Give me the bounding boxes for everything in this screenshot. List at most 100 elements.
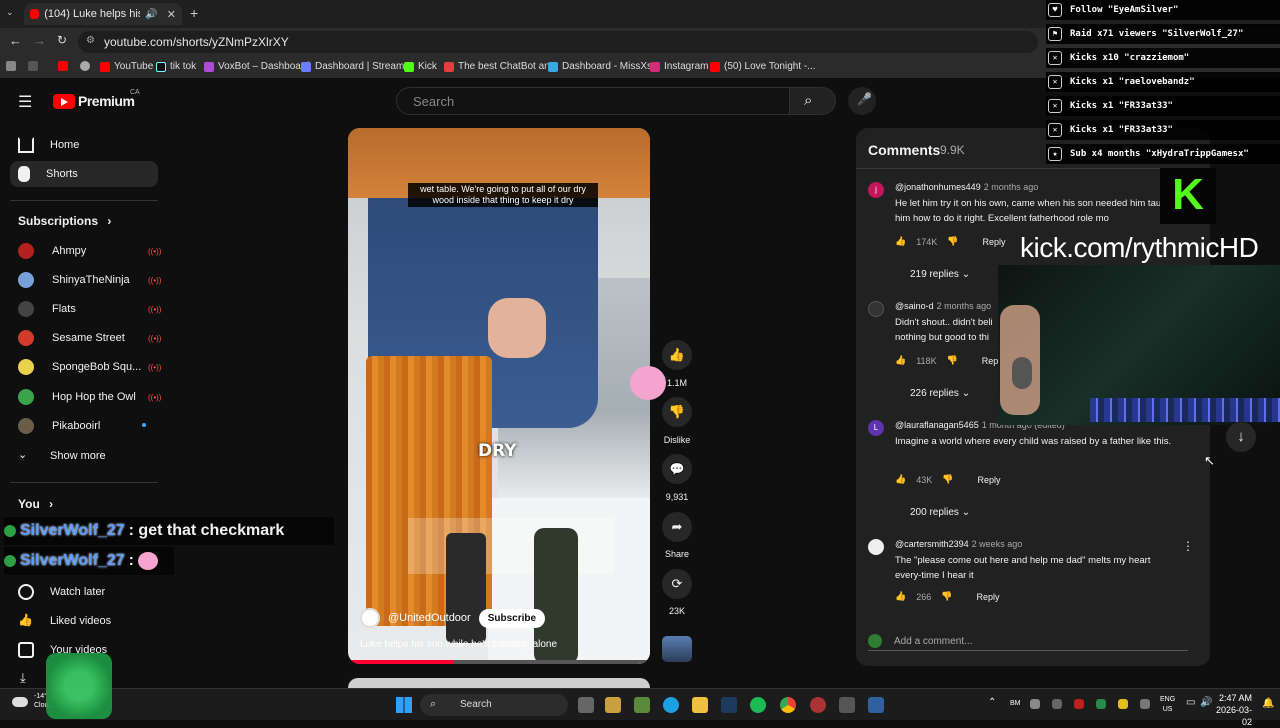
subscribe-button[interactable]: Subscribe [478, 608, 546, 628]
comment-avatar[interactable]: j [868, 182, 884, 198]
bookmark-youtube-short[interactable] [58, 61, 68, 71]
hamburger-menu-icon[interactable]: ☰ [18, 92, 32, 112]
bookmark-instagram[interactable]: Instagram [650, 61, 708, 72]
you-heading[interactable]: You › [18, 497, 53, 511]
speaker-icon[interactable]: 🔊 [145, 9, 157, 20]
comment-author[interactable]: @cartersmith2394 [895, 539, 969, 549]
video-progress-bar[interactable] [348, 660, 650, 664]
taskbar-clock[interactable]: 2:47 AM 2026-03-02 [1208, 692, 1252, 728]
bookmark-tiktok[interactable]: tik tok [156, 61, 196, 72]
tray-icon[interactable] [1096, 699, 1106, 709]
sidebar-item-flats[interactable]: Flats ((•)) [10, 296, 161, 322]
sidebar-item-shinyatheninja[interactable]: ShinyaTheNinja ((•)) [10, 267, 161, 293]
tray-icon[interactable] [1052, 699, 1062, 709]
sidebar-item-pikabooirl[interactable]: Pikabooirl [10, 413, 158, 439]
app-icon[interactable] [810, 697, 826, 713]
sidebar-item-spongebob[interactable]: SpongeBob Squ... ((•)) [10, 354, 161, 380]
comments-button[interactable]: 💬 [662, 454, 692, 484]
video-title[interactable]: Luke helps his son while he's camping al… [360, 639, 557, 650]
replies-toggle[interactable]: 200 replies ⌄ [910, 507, 970, 518]
shield-icon[interactable] [868, 697, 884, 713]
thumbs-down-icon[interactable]: 👎 [947, 355, 958, 366]
sound-thumbnail[interactable] [662, 636, 692, 662]
tray-icon[interactable] [1140, 699, 1150, 709]
forward-icon[interactable]: → [33, 33, 46, 48]
bookmark-item[interactable] [80, 61, 90, 71]
add-comment-input[interactable]: Add a comment... [868, 634, 1188, 651]
search-input[interactable]: Search [396, 87, 790, 115]
browser-tab[interactable]: (104) Luke helps his son while 🔊 ✕ [24, 3, 182, 25]
spotify-icon[interactable] [750, 697, 766, 713]
comment-author[interactable]: @saino-d [895, 301, 934, 311]
tray-icon[interactable] [1030, 699, 1040, 709]
replies-toggle[interactable]: 226 replies ⌄ [910, 388, 970, 399]
language-indicator[interactable]: ENG US [1160, 695, 1175, 715]
comment-avatar[interactable]: L [868, 420, 884, 436]
taskbar-search[interactable]: ⌕ Search [420, 694, 568, 716]
tab-search-chevron-icon[interactable]: ⌄ [6, 7, 14, 18]
search-button[interactable]: ⌕ [790, 87, 836, 115]
url-field[interactable]: ⚙ youtube.com/shorts/yZNmPzXlrXY [78, 31, 1038, 53]
sidebar-item-hop-hop-the-owl[interactable]: Hop Hop the Owl ((•)) [10, 384, 161, 410]
windows-start-icon[interactable] [396, 697, 412, 713]
thumbs-up-icon[interactable]: 👍 [895, 355, 906, 366]
sidebar-item-liked-videos[interactable]: 👍 Liked videos [10, 608, 158, 634]
reply-button[interactable]: Reply [977, 475, 1000, 485]
shorts-video-player[interactable]: wet table. We're going to put all of our… [348, 128, 650, 664]
comment-author[interactable]: @jonathonhumes449 [895, 182, 981, 192]
app-icon[interactable] [634, 697, 650, 713]
channel-handle[interactable]: @UnitedOutdoor [388, 612, 471, 624]
like-button[interactable]: 👍 [662, 340, 692, 370]
bookmark-grid-icon[interactable] [28, 61, 38, 71]
share-button[interactable]: ➦ [662, 512, 692, 542]
thumbs-up-icon[interactable]: 👍 [895, 236, 906, 247]
thumbs-up-icon[interactable]: 👍 [895, 591, 906, 602]
dislike-button[interactable]: 👎 [662, 397, 692, 427]
thumbs-down-icon[interactable]: 👎 [942, 474, 953, 485]
download-icon[interactable]: ⤓ [20, 670, 26, 686]
subscriptions-heading[interactable]: Subscriptions › [18, 214, 111, 228]
file-explorer-icon[interactable] [692, 697, 708, 713]
remix-button[interactable]: ⟳ [662, 569, 692, 599]
sidebar-item-ahmpy[interactable]: Ahmpy ((•)) [10, 238, 161, 264]
tray-icon[interactable] [1118, 699, 1128, 709]
bookmark-youtube[interactable]: YouTube [100, 61, 153, 72]
voice-search-button[interactable]: 🎤 [848, 87, 876, 115]
network-icon[interactable]: ▭ [1186, 697, 1195, 708]
scroll-down-button[interactable]: ↓ [1226, 422, 1256, 452]
sidebar-item-sesame-street[interactable]: Sesame Street ((•)) [10, 325, 161, 351]
steam-icon[interactable] [721, 697, 737, 713]
reply-button[interactable]: Reply [982, 237, 1005, 247]
tray-icon[interactable] [1074, 699, 1084, 709]
comment-avatar[interactable] [868, 301, 884, 317]
tray-chevron-icon[interactable]: ⌃ [988, 697, 996, 708]
thumbs-up-icon[interactable]: 👍 [895, 474, 906, 485]
back-icon[interactable]: ← [9, 33, 22, 48]
new-tab-icon[interactable]: + [190, 5, 198, 21]
bookmark-apps-icon[interactable] [6, 61, 16, 71]
close-tab-icon[interactable]: ✕ [167, 8, 176, 21]
reply-button[interactable]: Reply [976, 592, 999, 602]
wow-app-icon[interactable] [605, 697, 621, 713]
more-options-icon[interactable]: ⋮ [1182, 539, 1194, 553]
sidebar-item-shorts[interactable]: Shorts [10, 161, 158, 187]
youtube-logo-icon[interactable] [53, 94, 75, 109]
bookmark-streamlabs[interactable]: Dashboard | Stream... [301, 61, 413, 72]
notification-bell-icon[interactable]: 🔔 [1262, 698, 1274, 709]
chrome-icon[interactable] [780, 697, 796, 713]
sidebar-item-watch-later[interactable]: Watch later [10, 579, 158, 605]
task-view-icon[interactable] [578, 697, 594, 713]
bookmark-kick[interactable]: Kick [404, 61, 437, 72]
thumbs-down-icon[interactable]: 👎 [941, 591, 952, 602]
site-info-icon[interactable]: ⚙ [86, 35, 95, 46]
thumbs-down-icon[interactable]: 👎 [947, 236, 958, 247]
app-icon[interactable] [839, 697, 855, 713]
comment-avatar[interactable] [868, 539, 884, 555]
sidebar-item-home[interactable]: Home [10, 132, 158, 158]
bookmark-chatbot[interactable]: The best ChatBot an... [444, 61, 558, 72]
bookmark-love-tonight[interactable]: (50) Love Tonight -... [710, 61, 816, 72]
sidebar-show-more[interactable]: ⌄ Show more [10, 443, 158, 469]
bookmark-voxbot[interactable]: VoxBot – Dashboard [204, 61, 310, 72]
replies-toggle[interactable]: 219 replies ⌄ [910, 269, 970, 280]
comment-author[interactable]: @lauraflanagan5465 [895, 420, 979, 430]
